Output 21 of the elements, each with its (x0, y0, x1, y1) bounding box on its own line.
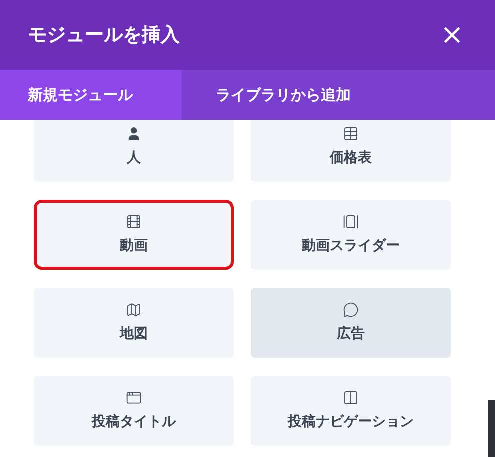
window-icon (126, 390, 142, 406)
slider-icon (343, 214, 359, 230)
tab[interactable]: ライブラリから追加 (182, 70, 385, 120)
table-icon (343, 126, 359, 142)
module-card[interactable]: 投稿ナビゲーション (251, 376, 451, 446)
film-icon (126, 214, 142, 230)
module-card[interactable]: 価格表 (251, 120, 451, 182)
map-icon (126, 302, 142, 318)
tab[interactable]: 新規モジュール (0, 70, 182, 120)
module-card[interactable]: 投稿タイトル (34, 376, 234, 446)
module-card[interactable]: 人 (34, 120, 234, 182)
columns-icon (343, 390, 359, 406)
close-button[interactable]: × (440, 21, 464, 49)
module-card[interactable]: 動画 (34, 200, 234, 270)
dark-panel-edge (488, 400, 495, 457)
module-card[interactable]: 地図 (34, 288, 234, 358)
window-title: モジュールを挿入 (28, 22, 180, 48)
speech-bubble-icon (343, 302, 359, 318)
person-icon (126, 126, 142, 142)
module-card[interactable]: 動画スライダー (251, 200, 451, 270)
module-card[interactable]: 広告 (251, 288, 451, 358)
